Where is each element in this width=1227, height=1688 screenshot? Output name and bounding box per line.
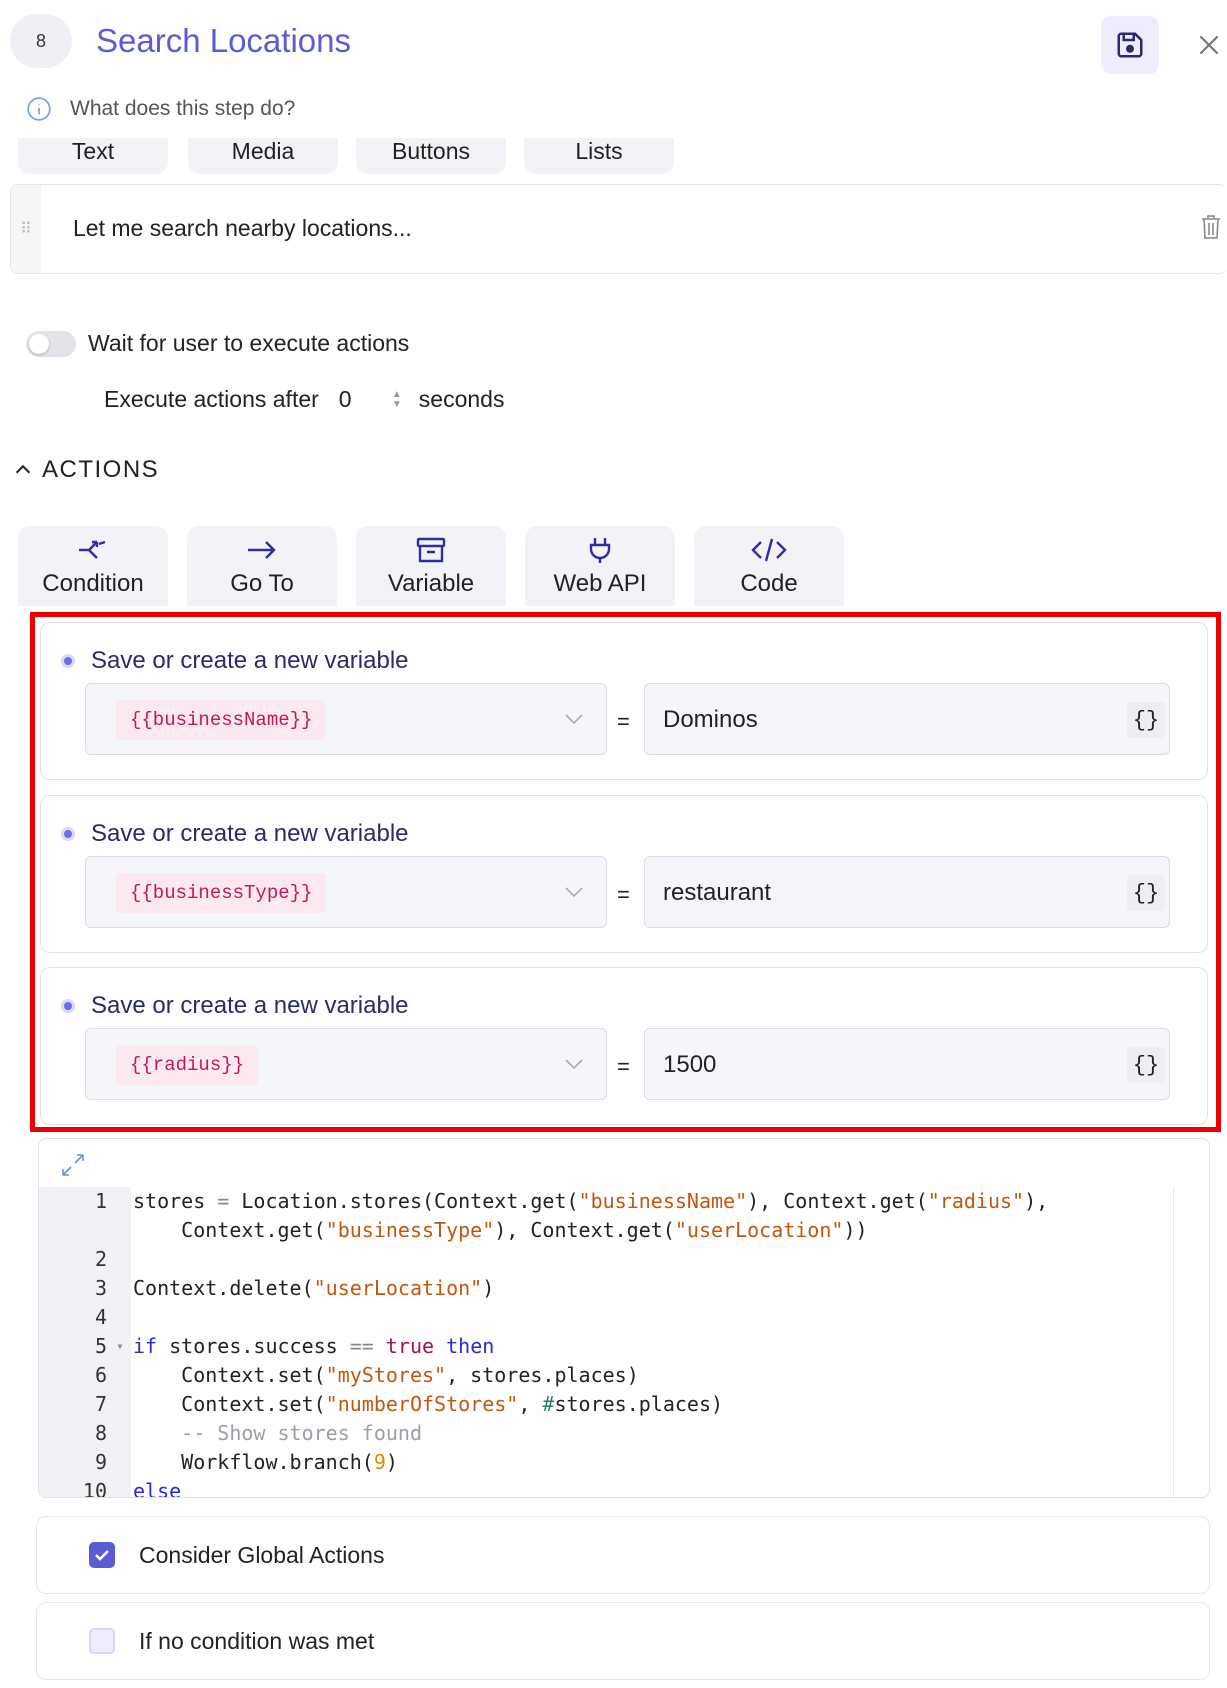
close-icon: [1199, 35, 1219, 55]
message-type-tabs: Text Media Buttons Lists: [0, 138, 1227, 178]
code-line-text: else: [133, 1479, 182, 1498]
no-condition-met-label: If no condition was met: [139, 1627, 375, 1654]
tab-media[interactable]: Media: [188, 138, 338, 174]
chevron-up-icon: [15, 464, 31, 474]
code-line: 10 else: [39, 1477, 1174, 1498]
code-editor[interactable]: 1 stores = Location.stores(Context.get("b…: [38, 1138, 1210, 1498]
action-type-label: Code: [740, 570, 798, 597]
execute-delay-input[interactable]: 0: [339, 386, 387, 413]
close-button[interactable]: [1186, 22, 1227, 68]
step-description-placeholder: What does this step do?: [70, 97, 296, 120]
code-line-text: stores = Location.stores(Context.get("bu…: [133, 1189, 1049, 1213]
add-variable-button[interactable]: Variable: [356, 526, 506, 606]
code-line-text: Context.delete("userLocation"): [133, 1276, 495, 1300]
tab-lists[interactable]: Lists: [524, 138, 674, 174]
code-line: 8 -- Show stores found: [39, 1419, 1174, 1448]
info-icon: [27, 97, 51, 121]
checkmark-icon: [95, 1550, 109, 1561]
action-type-label: Go To: [230, 570, 294, 597]
highlight-frame: [30, 612, 1221, 1132]
execute-delay-label: Execute actions after: [104, 386, 319, 412]
code-line-text: if stores.success == true then: [133, 1334, 495, 1358]
code-lines: 1 stores = Location.stores(Context.get("b…: [39, 1187, 1174, 1498]
drag-handle-icon[interactable]: ⠿: [11, 185, 41, 273]
add-code-button[interactable]: Code: [694, 526, 844, 606]
code-line: 2: [94, 1247, 107, 1271]
action-type-label: Web API: [553, 570, 647, 597]
code-line: 5 ▾ if stores.success == true then: [39, 1332, 1174, 1361]
plug-icon: [589, 538, 611, 563]
actions-section-toggle[interactable]: ACTIONS: [12, 456, 159, 484]
actions-section-title: ACTIONS: [42, 456, 160, 483]
expand-icon[interactable]: [59, 1151, 87, 1184]
code-line: Context.get("businessType"), Context.get…: [39, 1216, 1174, 1245]
action-type-label: Variable: [387, 570, 475, 597]
code-line: 9 Workflow.branch(9): [39, 1448, 1174, 1477]
code-line: 7 Context.set("numberOfStores", #stores.…: [39, 1390, 1174, 1419]
tab-buttons[interactable]: Buttons: [356, 138, 506, 174]
floppy-disk-icon: [1117, 32, 1143, 58]
archive-box-icon: [416, 537, 446, 563]
code-line: 6 Context.set("myStores", stores.places): [39, 1361, 1174, 1390]
code-line-text: Context.set("numberOfStores", #stores.pl…: [133, 1392, 724, 1416]
execute-delay-unit: seconds: [418, 386, 505, 412]
add-goto-button[interactable]: Go To: [187, 526, 337, 606]
no-condition-met-option: If no condition was met: [36, 1602, 1210, 1680]
code-icon: [751, 538, 787, 562]
wait-for-user-row: Wait for user to execute actions: [26, 330, 409, 357]
wait-for-user-label: Wait for user to execute actions: [88, 330, 410, 356]
step-number-badge: 8: [10, 14, 72, 68]
code-line-text: Context.get("businessType"), Context.get…: [133, 1218, 868, 1242]
no-condition-met-checkbox[interactable]: [89, 1628, 115, 1654]
arrow-right-icon: [248, 541, 276, 559]
code-line-text: Context.set("myStores", stores.places): [133, 1363, 639, 1387]
add-web-api-button[interactable]: Web API: [525, 526, 675, 606]
save-button[interactable]: [1101, 16, 1159, 74]
message-item: ⠿ Let me search nearby locations...: [10, 184, 1227, 274]
code-line: 4: [94, 1305, 107, 1329]
wait-for-user-toggle[interactable]: [26, 330, 76, 357]
execute-delay-row: Execute actions after 0 ▲ ▼ seconds: [104, 386, 504, 413]
condition-icon: [79, 540, 106, 559]
consider-global-actions-checkbox[interactable]: [89, 1542, 115, 1568]
fold-toggle-icon[interactable]: ▾: [107, 1332, 133, 1361]
consider-global-actions-label: Consider Global Actions: [139, 1541, 385, 1568]
code-line: 1 stores = Location.stores(Context.get("b…: [39, 1187, 1174, 1216]
add-condition-button[interactable]: Condition: [18, 526, 168, 606]
trash-icon[interactable]: [1199, 213, 1223, 246]
step-title[interactable]: Search Locations: [96, 22, 351, 60]
consider-global-actions-option: Consider Global Actions: [36, 1516, 1210, 1594]
code-line-text: -- Show stores found: [181, 1421, 422, 1445]
code-line-text: Workflow.branch(9): [133, 1450, 398, 1474]
code-line: 3 Context.delete("userLocation"): [39, 1274, 1174, 1303]
code-scrollbar[interactable]: [1173, 1187, 1174, 1497]
message-text[interactable]: Let me search nearby locations...: [73, 215, 412, 242]
tab-text[interactable]: Text: [18, 138, 168, 174]
step-description[interactable]: What does this step do?: [26, 96, 295, 122]
action-type-label: Condition: [42, 570, 144, 597]
number-stepper-icon[interactable]: ▲ ▼: [387, 389, 407, 410]
